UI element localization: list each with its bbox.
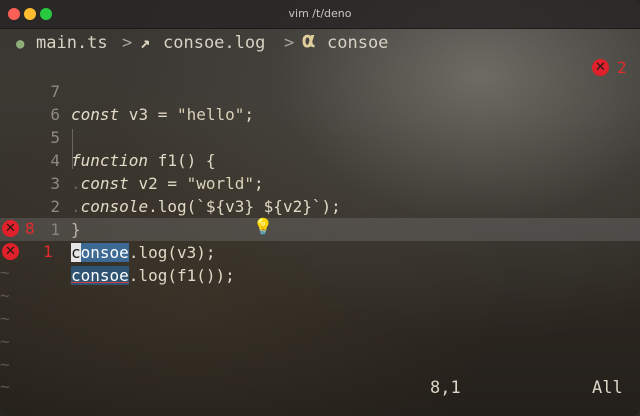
error-icon: ✕ [2, 243, 19, 260]
breadcrumb-function[interactable]: consoe.log [163, 33, 265, 53]
empty-line-marker: ~ [0, 355, 10, 374]
code-line[interactable]: 1 [0, 195, 640, 239]
symbol-icon: α [302, 28, 316, 53]
code-line[interactable]: 4 .const v2 = "world"; [0, 126, 640, 193]
diagnostic-count: 2 [617, 58, 627, 77]
code-text: consoe.log(f1()); [71, 266, 235, 285]
diagnostic-count: 1 [43, 242, 53, 261]
diagnostic-marker[interactable]: ✕ 2 [592, 58, 627, 77]
code-line[interactable]: 3 .console.log(`${v3} ${v2}`); [0, 149, 640, 216]
diagnostic-count: 8 [25, 219, 35, 238]
empty-line-marker: ~ [0, 286, 10, 305]
scroll-indicator: All [592, 378, 623, 398]
code-line[interactable]: 6 [0, 80, 640, 124]
diagnostic-marker[interactable]: ✕ 1 [2, 242, 53, 261]
code-line[interactable]: 2 } [0, 172, 640, 239]
breadcrumb-separator: > [122, 33, 133, 53]
breadcrumb: ● main.ts > ↗ consoe.log > α consoe [0, 28, 640, 57]
breadcrumb-file[interactable]: main.ts [36, 33, 108, 53]
indent-guide [72, 129, 73, 169]
breadcrumb-symbol[interactable]: consoe [327, 33, 388, 53]
breadcrumb-separator: > [284, 33, 295, 53]
file-status-dot-icon: ● [16, 36, 25, 52]
empty-line-marker: ~ [0, 332, 10, 351]
code-line[interactable]: consoe.log(f1()); [0, 241, 640, 285]
function-icon: ↗ [140, 33, 151, 53]
error-icon: ✕ [592, 59, 609, 76]
error-icon: ✕ [2, 220, 19, 237]
code-line[interactable]: 5 function f1() { [0, 103, 640, 170]
code-line[interactable]: 7 const v3 = "hello"; [0, 57, 640, 124]
terminal-window: vim /t/deno ● main.ts > ↗ consoe.log > α… [0, 0, 640, 416]
empty-line-marker: ~ [0, 377, 10, 396]
window-title: vim /t/deno [288, 7, 352, 20]
title-bar: vim /t/deno [0, 0, 640, 29]
lightbulb-icon[interactable]: 💡 [253, 217, 273, 236]
empty-line-marker: ~ [0, 309, 10, 328]
code-line-current[interactable]: consoe.log(v3); [0, 218, 640, 262]
empty-line-marker: ~ [0, 263, 10, 282]
cursor-position: 8,1 [430, 378, 461, 398]
diagnostic-marker[interactable]: ✕ 8 [2, 219, 35, 238]
